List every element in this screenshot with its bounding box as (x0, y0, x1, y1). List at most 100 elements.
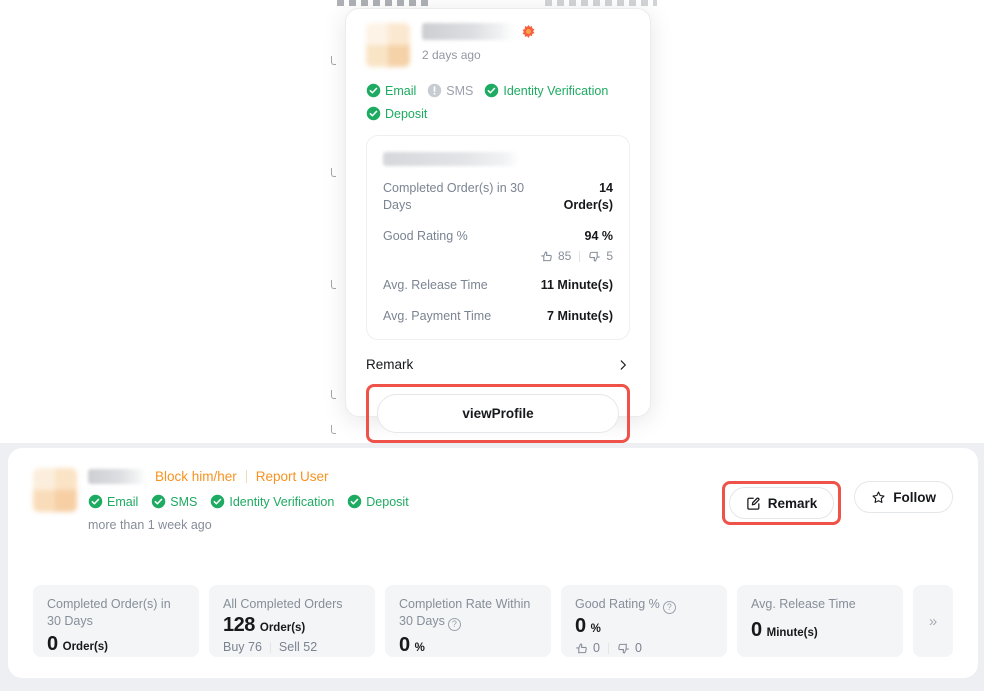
remark-row[interactable]: Remark (366, 357, 630, 372)
divider (270, 642, 271, 653)
user-name-redacted (88, 469, 146, 484)
badge-label: Identity Verification (503, 84, 608, 98)
trader-name-redacted (422, 23, 514, 40)
sell-count: Sell 52 (279, 640, 317, 654)
badge-label: Identity Verification (229, 495, 334, 509)
card-label: Completion Rate Within 30 Days (399, 596, 537, 631)
card-label-text: Good Rating % (575, 597, 660, 611)
badge-label: Email (385, 84, 416, 98)
background-text-fragment (331, 168, 336, 177)
question-circle-icon[interactable] (663, 601, 676, 614)
stat-label: Completed Order(s) in 30 Days (383, 180, 538, 214)
badge-label: Deposit (385, 107, 427, 121)
card-value: 0 (399, 634, 410, 657)
card-label: All Completed Orders (223, 596, 361, 613)
background-text-fragment (331, 280, 336, 289)
stat-value: 94 % (540, 228, 613, 245)
badge-sms: SMS (427, 83, 473, 98)
follow-button[interactable]: Follow (854, 481, 953, 513)
stat-row-payment-time: Avg. Payment Time 7 Minute(s) (383, 308, 613, 325)
card-unit: % (415, 642, 425, 654)
check-circle-icon (366, 83, 381, 98)
avatar (366, 23, 410, 67)
remark-button[interactable]: Remark (729, 487, 835, 519)
profile-section: Block him/her Report User Email SMS (0, 443, 984, 691)
check-circle-icon (151, 494, 166, 509)
thumbs-up-count: 85 (558, 249, 571, 263)
card-value: 0 (751, 619, 762, 642)
check-circle-icon (484, 83, 499, 98)
stat-value: 11 Minute(s) (541, 277, 613, 294)
buy-count: Buy 76 (223, 640, 262, 654)
card-completion-rate: Completion Rate Within 30 Days 0 % (385, 585, 551, 657)
profile-panel: Block him/her Report User Email SMS (8, 448, 978, 678)
card-all-completed-orders: All Completed Orders 128 Order(s) Buy 76… (209, 585, 375, 657)
card-unit: Minute(s) (767, 627, 818, 639)
badge-email: Email (88, 494, 138, 509)
stat-label: Avg. Payment Time (383, 308, 491, 325)
check-circle-icon (88, 494, 103, 509)
more-stats-button[interactable] (913, 585, 953, 657)
thumbs-up-count: 0 (593, 641, 600, 655)
thumbs-down-count: 5 (606, 249, 613, 263)
divider (608, 643, 609, 654)
card-completed-orders-30d: Completed Order(s) in 30 Days 0 Order(s) (33, 585, 199, 657)
edit-icon (746, 496, 761, 511)
badge-label: Deposit (366, 495, 408, 509)
last-seen: more than 1 week ago (88, 518, 722, 532)
card-good-rating: Good Rating % 0 % 0 0 (561, 585, 727, 657)
card-value: 0 (575, 615, 586, 638)
stat-row-release-time: Avg. Release Time 11 Minute(s) (383, 277, 613, 294)
card-label: Avg. Release Time (751, 596, 889, 613)
report-user-link[interactable]: Report User (256, 469, 329, 484)
page: 2 days ago Email SMS Identity Verificati… (0, 0, 984, 691)
trader-stats-card: Completed Order(s) in 30 Days 14 Order(s… (366, 135, 630, 340)
follow-button-label: Follow (893, 490, 936, 505)
badge-email: Email (366, 83, 416, 98)
card-unit: % (591, 623, 601, 635)
buy-sell-split: Buy 76 Sell 52 (223, 640, 361, 654)
chevron-right-icon (616, 358, 630, 372)
question-circle-icon[interactable] (448, 618, 461, 631)
check-circle-icon (210, 494, 225, 509)
thumbs-down-icon (588, 250, 601, 263)
thumbs-down-icon (617, 642, 630, 655)
card-label: Completed Order(s) in 30 Days (47, 596, 185, 630)
background-text-fragment (331, 425, 336, 434)
card-unit: Order(s) (63, 641, 108, 653)
summary-cards-row: Completed Order(s) in 30 Days 0 Order(s)… (33, 585, 953, 657)
card-label: Good Rating % (575, 596, 713, 614)
annotation-highlight-box: Remark (722, 481, 842, 525)
thumbs-summary: 85 5 (540, 249, 613, 263)
badge-identity: Identity Verification (484, 83, 608, 98)
profile-header-row: Block him/her Report User Email SMS (8, 448, 978, 532)
card-value: 0 (47, 633, 58, 656)
background-text-fragment (331, 390, 336, 399)
divider (246, 470, 247, 483)
thumbs-up-icon (540, 250, 553, 263)
view-profile-button[interactable]: viewProfile (377, 394, 619, 433)
card-value: 128 (223, 614, 255, 637)
badge-sms: SMS (151, 494, 197, 509)
star-icon (871, 490, 886, 505)
divider (579, 251, 580, 262)
background-text-fragment (331, 56, 336, 65)
stat-label: Avg. Release Time (383, 277, 488, 294)
stat-value: 7 Minute(s) (547, 308, 613, 325)
exclamation-circle-icon (427, 83, 442, 98)
badge-deposit: Deposit (347, 494, 408, 509)
badge-label: SMS (170, 495, 197, 509)
badge-deposit: Deposit (366, 106, 427, 121)
verification-badges: Email SMS Identity Verification Deposit (366, 83, 634, 121)
card-avg-release-time: Avg. Release Time 0 Minute(s) (737, 585, 903, 657)
avatar (33, 468, 77, 512)
popup-header: 2 days ago (366, 23, 630, 67)
last-seen: 2 days ago (422, 48, 535, 62)
remark-label: Remark (366, 357, 413, 372)
block-user-link[interactable]: Block him/her (155, 469, 237, 484)
annotation-highlight-box: viewProfile (366, 384, 630, 443)
thumbs-summary: 0 0 (575, 641, 713, 655)
card-label-text: Completion Rate Within 30 Days (399, 597, 530, 628)
background-text-fragment (545, 0, 657, 6)
background-text-fragment (337, 0, 429, 6)
